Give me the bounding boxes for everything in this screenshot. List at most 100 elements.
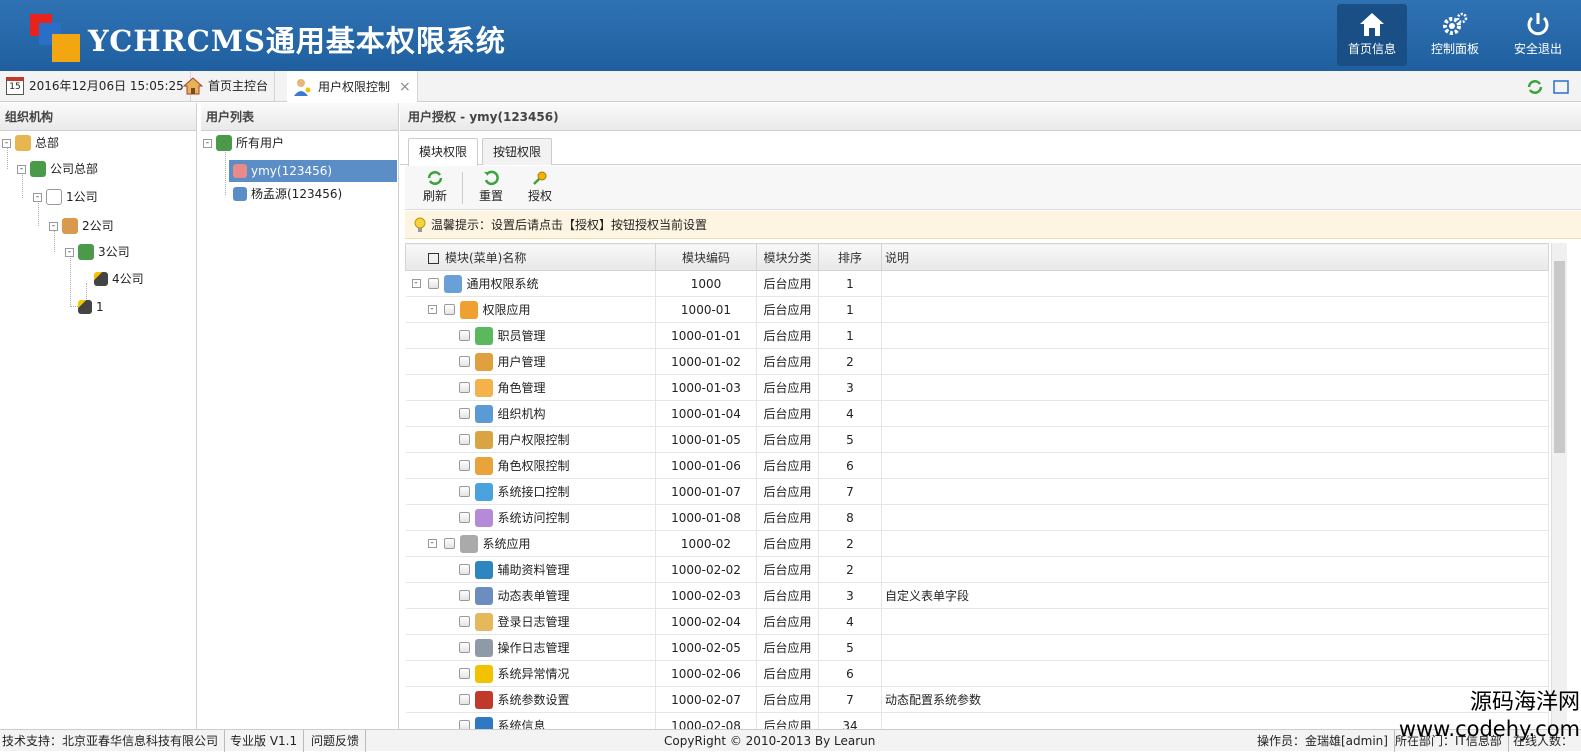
org-node-headquarters[interactable]: - 总部: [2, 132, 59, 154]
grid-row[interactable]: 动态表单管理 1000-02-03 后台应用 3 自定义表单字段: [405, 582, 1549, 609]
row-checkbox[interactable]: [458, 720, 470, 729]
broken-image-icon: [46, 189, 62, 205]
module-name-cell: 系统参数设置: [405, 686, 656, 713]
tab-module-permission[interactable]: 模块权限: [408, 138, 479, 166]
grid-row[interactable]: 角色权限控制 1000-01-06 后台应用 6: [405, 452, 1549, 479]
row-checkbox[interactable]: [458, 408, 470, 419]
fullscreen-icon[interactable]: [1553, 79, 1569, 95]
tab-button-permission[interactable]: 按钮权限: [482, 138, 553, 165]
module-code-cell: 1000-02-03: [655, 582, 757, 609]
grid-row[interactable]: 组织机构 1000-01-04 后台应用 4: [405, 400, 1549, 427]
users-icon: [62, 218, 78, 234]
row-checkbox[interactable]: [458, 330, 470, 341]
module-icon: [474, 404, 493, 423]
org-node-company-hq[interactable]: - 公司总部: [17, 158, 98, 180]
module-sort-cell: 6: [818, 452, 882, 479]
tab-home-console[interactable]: 首页主控台: [177, 71, 276, 101]
grid-row[interactable]: 角色管理 1000-01-03 后台应用 3: [405, 374, 1549, 401]
row-checkbox[interactable]: [458, 668, 470, 679]
grid-row[interactable]: 辅助资料管理 1000-02-02 后台应用 2: [405, 556, 1549, 583]
row-checkbox[interactable]: [458, 356, 470, 367]
grid-row[interactable]: 用户管理 1000-01-02 后台应用 2: [405, 348, 1549, 375]
grid-row[interactable]: 职员管理 1000-01-01 后台应用 1: [405, 322, 1549, 349]
org-node-company-1[interactable]: - 1公司: [33, 186, 98, 208]
row-checkbox[interactable]: [443, 538, 455, 549]
column-header-name[interactable]: 模块(菜单)名称: [405, 243, 656, 271]
column-header-code[interactable]: 模块编码: [655, 243, 757, 271]
feedback-link[interactable]: 问题反馈: [311, 730, 367, 752]
row-checkbox[interactable]: [458, 694, 470, 705]
refresh-button[interactable]: 刷新: [415, 170, 455, 204]
row-checkbox[interactable]: [427, 278, 439, 289]
module-icon: [474, 586, 493, 605]
column-header-description[interactable]: 说明: [881, 243, 1549, 271]
module-sort-cell: 34: [818, 712, 882, 729]
collapse-icon[interactable]: -: [2, 138, 11, 148]
module-sort-cell: 4: [818, 400, 882, 427]
tip-banner: 温馨提示：设置后请点击【授权】按钮授权当前设置: [405, 211, 1581, 239]
refresh-icon[interactable]: [1527, 79, 1543, 95]
module-sort-cell: 4: [818, 608, 882, 635]
grid-row[interactable]: 系统接口控制 1000-01-07 后台应用 7: [405, 478, 1549, 505]
scrollbar-thumb[interactable]: [1554, 261, 1565, 453]
grid-row[interactable]: 系统访问控制 1000-01-08 后台应用 8: [405, 504, 1549, 531]
org-panel-title: 组织机构: [0, 103, 196, 131]
support-info: 技术支持：北京亚春华信息科技有限公司: [2, 730, 226, 752]
grid-row[interactable]: - 权限应用 1000-01 后台应用 1: [405, 296, 1549, 323]
grid-row[interactable]: 操作日志管理 1000-02-05 后台应用 5: [405, 634, 1549, 661]
edition-label: 专业版 V1.1: [230, 730, 305, 752]
collapse-icon[interactable]: -: [203, 138, 212, 148]
tab-user-permission[interactable]: 用户权限控制 ×: [287, 71, 418, 102]
org-panel: 组织机构 - 总部 - 公司总部 - 1公司 - 2公司 - 3公司 4公司 1: [0, 103, 197, 729]
module-sort-cell: 8: [818, 504, 882, 531]
home-info-button[interactable]: 首页信息: [1337, 4, 1407, 66]
grid-scrollbar[interactable]: [1551, 243, 1567, 729]
grid-header-row: 模块(菜单)名称 模块编码 模块分类 排序 说明: [405, 243, 1549, 271]
row-checkbox[interactable]: [458, 460, 470, 471]
collapse-icon[interactable]: -: [33, 192, 42, 202]
grid-row[interactable]: 系统异常情况 1000-02-06 后台应用 6: [405, 660, 1549, 687]
row-checkbox[interactable]: [458, 564, 470, 575]
collapse-icon[interactable]: -: [17, 164, 26, 174]
module-category-cell: 后台应用: [756, 452, 819, 479]
org-node-company-2[interactable]: - 2公司: [49, 215, 114, 237]
module-description-cell: [881, 400, 1549, 427]
user-item-yangmengyuan[interactable]: 杨孟源(123456): [233, 183, 342, 205]
org-node-company-4[interactable]: 4公司: [94, 268, 144, 290]
user-icon: [233, 187, 247, 201]
control-panel-button[interactable]: 控制面板: [1420, 4, 1490, 66]
logout-button[interactable]: 安全退出: [1503, 4, 1573, 66]
module-code-cell: 1000-01-05: [655, 426, 757, 453]
row-checkbox[interactable]: [458, 590, 470, 601]
grid-row[interactable]: 用户权限控制 1000-01-05 后台应用 5: [405, 426, 1549, 453]
reset-button[interactable]: 重置: [471, 170, 511, 204]
org-node-1[interactable]: 1: [78, 296, 104, 318]
org-node-company-3[interactable]: - 3公司: [65, 241, 130, 263]
column-header-sort[interactable]: 排序: [818, 243, 882, 271]
column-header-category[interactable]: 模块分类: [756, 243, 819, 271]
module-code-cell: 1000-02-04: [655, 608, 757, 635]
all-users-node[interactable]: - 所有用户: [203, 132, 284, 154]
user-item-ymy[interactable]: ymy(123456): [229, 160, 397, 182]
row-checkbox[interactable]: [443, 304, 455, 315]
grid-row[interactable]: - 系统应用 1000-02 后台应用 2: [405, 530, 1549, 557]
collapse-icon[interactable]: -: [49, 221, 58, 231]
grid-row[interactable]: - 通用权限系统 1000 后台应用 1: [405, 270, 1549, 297]
module-category-cell: 后台应用: [756, 712, 819, 729]
row-checkbox[interactable]: [458, 486, 470, 497]
authorize-button[interactable]: 授权: [520, 170, 560, 204]
collapse-icon[interactable]: -: [65, 247, 74, 257]
row-checkbox[interactable]: [458, 616, 470, 627]
collapse-icon[interactable]: -: [427, 305, 437, 314]
module-category-cell: 后台应用: [756, 686, 819, 713]
close-tab-icon[interactable]: ×: [399, 72, 411, 102]
row-checkbox[interactable]: [458, 512, 470, 523]
grid-row[interactable]: 登录日志管理 1000-02-04 后台应用 4: [405, 608, 1549, 635]
module-category-cell: 后台应用: [756, 608, 819, 635]
row-checkbox[interactable]: [458, 642, 470, 653]
module-code-cell: 1000-02: [655, 530, 757, 557]
row-checkbox[interactable]: [458, 434, 470, 445]
row-checkbox[interactable]: [458, 382, 470, 393]
collapse-icon[interactable]: -: [411, 279, 421, 288]
collapse-icon[interactable]: -: [427, 539, 437, 548]
